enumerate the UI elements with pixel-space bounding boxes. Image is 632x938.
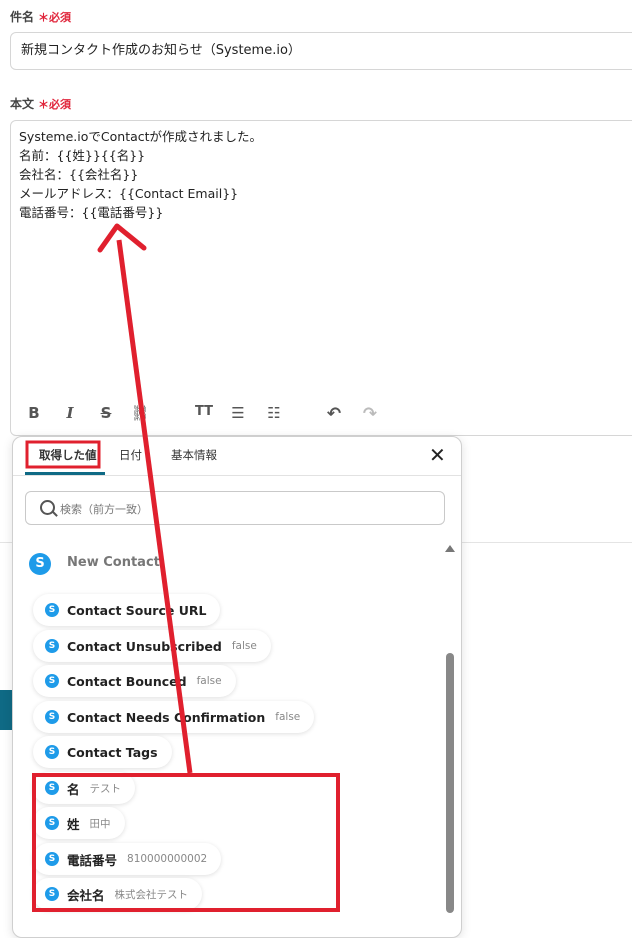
bold-icon[interactable]: B bbox=[24, 404, 44, 422]
tab-basic-info[interactable]: 基本情報 bbox=[171, 447, 217, 463]
systeme-icon: S bbox=[29, 553, 51, 575]
chip-name: 電話番号 bbox=[67, 852, 118, 868]
chip-name: 会社名 bbox=[67, 887, 105, 903]
scrollbar[interactable] bbox=[445, 545, 455, 925]
systeme-icon: S bbox=[45, 674, 59, 688]
close-icon[interactable]: ✕ bbox=[429, 445, 446, 465]
chip-value: false bbox=[275, 711, 301, 723]
scroll-up-icon[interactable] bbox=[445, 545, 455, 552]
systeme-icon: S bbox=[45, 852, 59, 866]
chip-value: 株式会社テスト bbox=[114, 888, 189, 901]
body-line: 名前：{{姓}}{{名}} bbox=[19, 148, 146, 163]
value-chip[interactable]: S Contact Source URL bbox=[33, 594, 221, 626]
systeme-icon: S bbox=[45, 639, 59, 653]
chip-name: 名 bbox=[67, 781, 80, 797]
value-chip[interactable]: S 名 テスト bbox=[33, 772, 136, 804]
chip-name: Contact Source URL bbox=[67, 602, 207, 618]
chip-name: Contact Bounced bbox=[67, 673, 187, 689]
subject-label-text: 件名 bbox=[10, 10, 35, 24]
tab-date[interactable]: 日付 bbox=[119, 447, 142, 463]
strikethrough-icon[interactable]: S bbox=[96, 404, 116, 422]
panel-tabs: 取得した値 日付 基本情報 ✕ bbox=[13, 437, 461, 476]
body-line: 電話番号：{{電話番号}} bbox=[19, 205, 164, 220]
body-label: 本文 ＊必須 bbox=[10, 95, 71, 112]
search-icon bbox=[40, 500, 55, 515]
systeme-icon: S bbox=[45, 887, 59, 901]
italic-icon[interactable]: I bbox=[60, 404, 80, 422]
systeme-icon: S bbox=[45, 781, 59, 795]
undo-icon[interactable]: ↶ bbox=[324, 404, 344, 424]
systeme-icon: S bbox=[45, 603, 59, 617]
subject-input[interactable]: 新規コンタクト作成のお知らせ（Systeme.io） bbox=[10, 32, 632, 70]
ordered-list-icon[interactable]: ☷ bbox=[264, 404, 284, 422]
section-title: New Contact bbox=[67, 555, 160, 570]
search-input[interactable]: 検索（前方一致） bbox=[25, 491, 445, 525]
text-size-icon[interactable]: TT bbox=[194, 404, 214, 419]
chip-value: テスト bbox=[89, 782, 122, 795]
systeme-icon: S bbox=[45, 816, 59, 830]
search-placeholder: 検索（前方一致） bbox=[60, 503, 148, 516]
chip-value: false bbox=[231, 640, 257, 652]
scrollbar-thumb[interactable] bbox=[446, 653, 454, 913]
bullet-list-icon[interactable]: ☰ bbox=[228, 404, 248, 422]
systeme-icon: S bbox=[45, 745, 59, 759]
tab-acquired-values[interactable]: 取得した値 bbox=[39, 447, 97, 463]
value-chip[interactable]: S Contact Bounced false bbox=[33, 665, 236, 697]
value-chip[interactable]: S 電話番号 810000000002 bbox=[33, 843, 222, 875]
chip-value: false bbox=[196, 675, 222, 687]
value-chip[interactable]: S 姓 田中 bbox=[33, 807, 125, 839]
chip-name: 姓 bbox=[67, 816, 80, 832]
value-chip[interactable]: S Contact Unsubscribed false bbox=[33, 630, 271, 662]
body-textarea[interactable]: Systeme.ioでContactが作成されました。 名前：{{姓}}{{名}… bbox=[10, 120, 632, 436]
body-line: Systeme.ioでContactが作成されました。 bbox=[19, 129, 263, 144]
value-chip[interactable]: S Contact Needs Confirmation false bbox=[33, 701, 315, 733]
body-line: メールアドレス：{{Contact Email}} bbox=[19, 186, 239, 201]
chip-name: Contact Needs Confirmation bbox=[67, 709, 266, 725]
section-header[interactable]: S New Contact bbox=[29, 553, 160, 575]
chip-value: 810000000002 bbox=[127, 853, 208, 865]
required-mark: ＊必須 bbox=[38, 98, 72, 111]
active-tab-indicator bbox=[25, 472, 105, 475]
chip-name: Contact Unsubscribed bbox=[67, 638, 222, 654]
body-line: 会社名：{{会社名}} bbox=[19, 167, 139, 182]
chip-name: Contact Tags bbox=[67, 744, 158, 760]
systeme-icon: S bbox=[45, 710, 59, 724]
chip-value: 田中 bbox=[89, 817, 111, 830]
subject-label: 件名 ＊必須 bbox=[10, 8, 71, 25]
value-chip[interactable]: S 会社名 株式会社テスト bbox=[33, 878, 203, 910]
value-chip[interactable]: S Contact Tags bbox=[33, 736, 172, 768]
link-icon[interactable]: ⛓ bbox=[130, 404, 150, 422]
body-label-text: 本文 bbox=[10, 97, 35, 111]
value-picker-panel: 取得した値 日付 基本情報 ✕ 検索（前方一致） S New Contact S… bbox=[12, 436, 462, 938]
redo-icon[interactable]: ↷ bbox=[360, 404, 380, 424]
side-tab[interactable] bbox=[0, 690, 12, 730]
required-mark: ＊必須 bbox=[38, 11, 72, 24]
